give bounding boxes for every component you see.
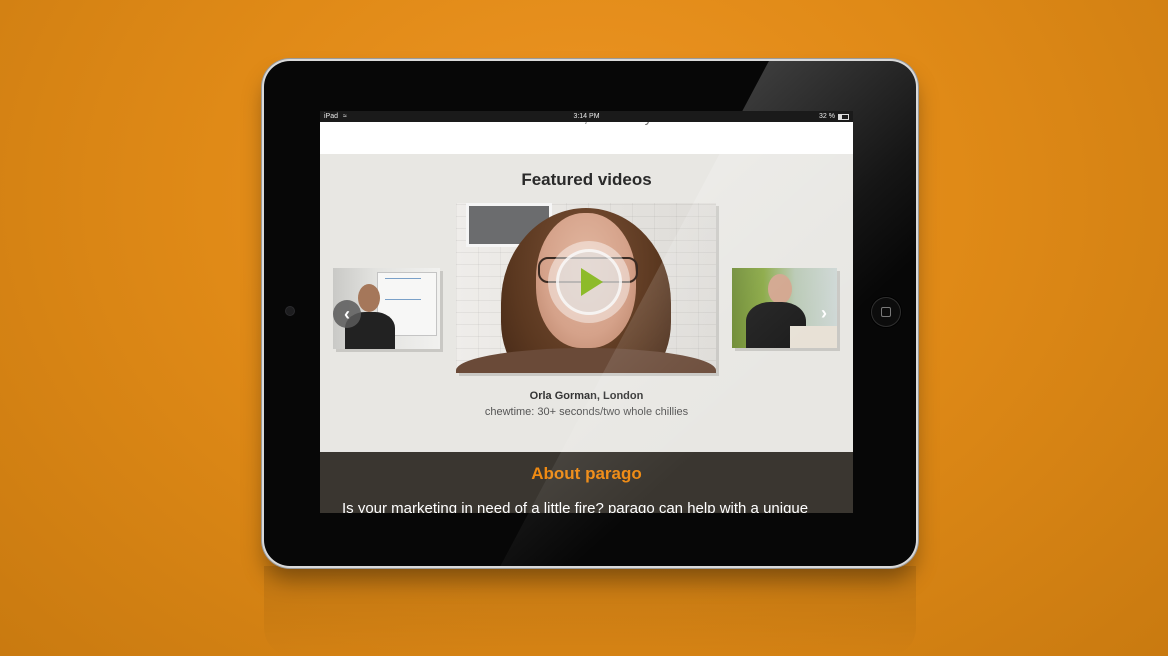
battery-label: 32 % bbox=[819, 113, 835, 120]
play-icon bbox=[581, 268, 603, 296]
person-shoulders bbox=[456, 348, 716, 373]
play-button[interactable] bbox=[548, 241, 630, 323]
play-button-inner bbox=[556, 249, 622, 315]
video-thumbnail-main[interactable] bbox=[456, 203, 716, 373]
featured-videos-section: Featured videos ‹ › Orla Gorman, London … bbox=[320, 154, 853, 452]
home-button[interactable] bbox=[871, 297, 901, 327]
about-section: About parago Is your marketing in need o… bbox=[320, 452, 853, 513]
battery-icon bbox=[838, 113, 849, 120]
chevron-right-icon: › bbox=[821, 303, 827, 323]
camera-icon bbox=[286, 307, 294, 315]
ipad-reflection bbox=[264, 566, 916, 656]
home-square-icon bbox=[881, 307, 891, 317]
next-arrow-button[interactable]: › bbox=[810, 299, 838, 327]
video-caption-name: Orla Gorman, London bbox=[529, 390, 644, 402]
about-title: About parago bbox=[531, 464, 642, 483]
previous-arrow-button[interactable]: ‹ bbox=[333, 300, 361, 328]
status-bar: iPad ≈ 3:14 PM 32 % bbox=[320, 111, 853, 122]
ipad-device: iPad ≈ 3:14 PM 32 % on our Wall of Flame… bbox=[264, 61, 916, 566]
about-text: Is your marketing in need of a little fi… bbox=[342, 500, 809, 513]
person-head bbox=[358, 284, 380, 312]
status-time: 3:14 PM bbox=[573, 113, 600, 120]
desk bbox=[790, 326, 837, 348]
whiteboard-writing bbox=[385, 278, 421, 300]
battery-fill bbox=[839, 114, 842, 119]
chevron-left-icon: ‹ bbox=[344, 304, 350, 324]
person-head bbox=[768, 274, 792, 304]
section-title: Featured videos bbox=[521, 170, 652, 189]
video-caption-chewtime: chewtime: 30+ seconds/two whole chillies bbox=[484, 406, 689, 418]
ipad-screen: iPad ≈ 3:14 PM 32 % on our Wall of Flame… bbox=[320, 111, 853, 513]
status-battery: 32 % bbox=[819, 111, 849, 122]
